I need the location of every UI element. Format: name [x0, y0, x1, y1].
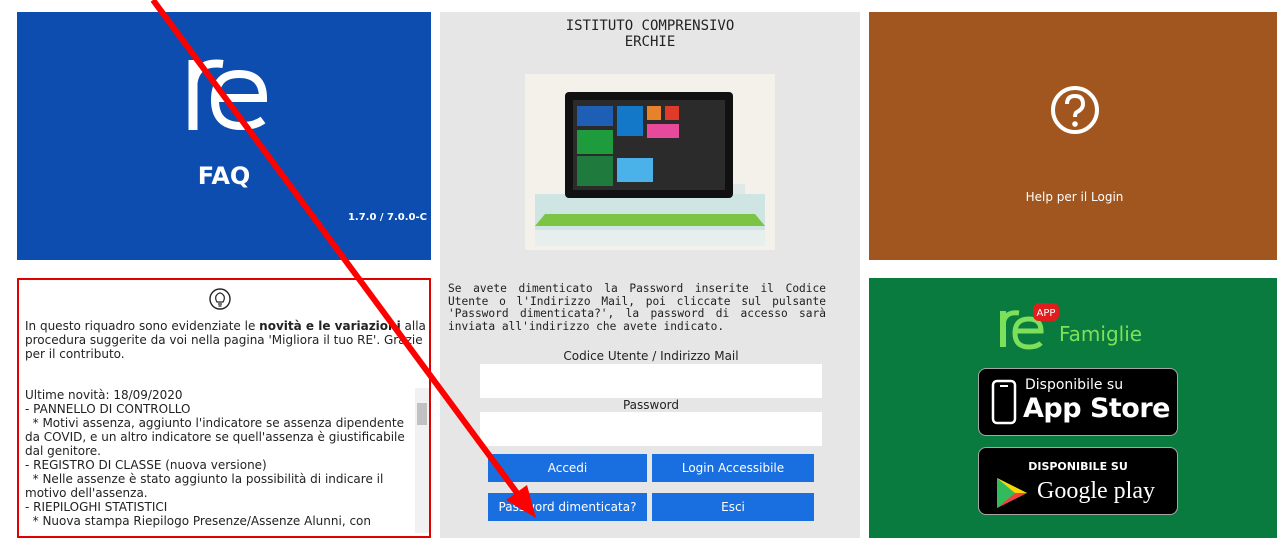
news-intro-start: In questo riquadro sono evidenziate le	[25, 319, 260, 333]
help-tile[interactable]: Help per il Login	[869, 12, 1277, 260]
user-input[interactable]	[480, 364, 822, 398]
version-label: 1.7.0 / 7.0.0-C	[347, 212, 427, 223]
app-badge: APP	[1037, 308, 1056, 319]
re-logo-icon	[188, 59, 268, 131]
news-intro-bold: novità e le variazioni	[259, 319, 401, 333]
school-name-line2: ERCHIE	[624, 34, 676, 50]
accessible-login-button[interactable]: Login Accessibile	[652, 454, 814, 482]
appstore-small-text: Disponibile su	[1025, 377, 1124, 393]
famiglie-label: Famiglie	[1059, 322, 1142, 346]
faq-label: FAQ	[197, 162, 251, 190]
play-triangle-icon	[997, 478, 1027, 508]
phone-icon	[991, 379, 1017, 425]
help-label: Help per il Login	[1025, 190, 1124, 204]
faq-tile[interactable]: FAQ 1.7.0 / 7.0.0-C	[17, 12, 431, 260]
app-store-badge[interactable]: Disponibile su App Store	[978, 368, 1178, 436]
login-button[interactable]: Accedi	[488, 454, 647, 482]
re-app-logo-icon: APP Famiglie	[1000, 303, 1142, 350]
changelog-scrollbar[interactable]	[415, 388, 429, 533]
laptop-image	[525, 74, 775, 250]
school-name: ISTITUTO COMPRENSIVO ERCHIE	[440, 18, 860, 50]
gplay-big-text: Google play	[1037, 478, 1155, 504]
gplay-small-text: DISPONIBILE SU	[1028, 460, 1128, 473]
login-panel: ISTITUTO COMPRENSIVO ERCHIE Se avete dim…	[440, 12, 860, 538]
forgot-password-button[interactable]: Password dimenticata?	[488, 493, 647, 521]
password-field-label: Password	[622, 398, 680, 412]
scrollbar-thumb[interactable]	[417, 403, 427, 425]
appstore-big-text: App Store	[1023, 393, 1170, 424]
app-tile: APP Famiglie Disponibile su App Store DI…	[869, 278, 1277, 538]
google-play-badge[interactable]: DISPONIBILE SU Google play	[978, 447, 1178, 515]
news-intro: In questo riquadro sono evidenziate le n…	[25, 319, 429, 361]
news-box: In questo riquadro sono evidenziate le n…	[17, 278, 431, 538]
changelog-text: Ultime novità: 18/09/2020 - PANNELLO DI …	[25, 388, 405, 528]
question-circle-icon	[1051, 86, 1099, 134]
lightbulb-icon	[209, 288, 231, 310]
forgot-password-info: Se avete dimenticato la Password inserit…	[448, 282, 826, 333]
school-name-line1: ISTITUTO COMPRENSIVO	[565, 18, 735, 34]
changelog-textarea[interactable]: Ultime novità: 18/09/2020 - PANNELLO DI …	[25, 388, 431, 538]
password-input[interactable]	[480, 412, 822, 446]
user-field-label: Codice Utente / Indirizzo Mail	[563, 349, 739, 363]
exit-button[interactable]: Esci	[652, 493, 814, 521]
